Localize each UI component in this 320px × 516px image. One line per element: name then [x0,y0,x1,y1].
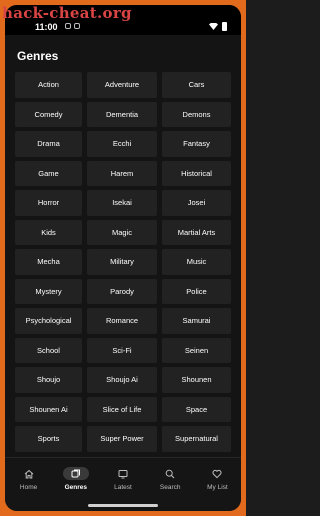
nav-label-my-list: My List [207,484,228,491]
nav-label-latest: Latest [114,484,132,491]
genre-button-dementia[interactable]: Dementia [87,101,157,127]
nav-label-home: Home [19,484,38,491]
genre-button-music[interactable]: Music [162,249,231,275]
genre-button-isekai[interactable]: Isekai [87,190,157,216]
genre-button-psychological[interactable]: Psychological [15,308,82,334]
genre-button-martial-arts[interactable]: Martial Arts [162,219,231,245]
notification-icons [65,23,80,29]
home-icon [16,467,42,480]
genre-button-parody[interactable]: Parody [87,278,157,304]
genre-button-game[interactable]: Game [15,160,82,186]
genre-button-space[interactable]: Space [162,396,231,422]
app-screen: 11:00 Genres Action Adventure Cars Comedy De… [5,5,241,511]
genre-button-sci-fi[interactable]: Sci-Fi [87,337,157,363]
system-icons [209,22,227,31]
genre-button-drama[interactable]: Drama [15,131,82,157]
genre-button-sports[interactable]: Sports [15,426,82,452]
nav-label-search: Search [159,484,181,491]
genre-button-harem[interactable]: Harem [87,160,157,186]
genre-button-police[interactable]: Police [162,278,231,304]
genre-button-school[interactable]: School [15,337,82,363]
wifi-icon [209,23,218,30]
genre-button-cars[interactable]: Cars [162,72,231,98]
genre-button-demons[interactable]: Demons [162,101,231,127]
page-title: Genres [17,49,59,63]
genre-button-romance[interactable]: Romance [87,308,157,334]
genre-button-fantasy[interactable]: Fantasy [162,131,231,157]
genre-button-military[interactable]: Military [87,249,157,275]
search-icon [157,467,183,480]
genre-button-shoujo[interactable]: Shoujo [15,367,82,393]
watermark-text: hack-cheat.org [2,4,132,22]
genre-button-magic[interactable]: Magic [87,219,157,245]
genre-button-adventure[interactable]: Adventure [87,72,157,98]
genre-button-samurai[interactable]: Samurai [162,308,231,334]
genre-button-kids[interactable]: Kids [15,219,82,245]
genre-button-super-power[interactable]: Super Power [87,426,157,452]
genre-button-horror[interactable]: Horror [15,190,82,216]
notification-icon [65,23,71,29]
notification-icon [74,23,80,29]
genre-button-historical[interactable]: Historical [162,160,231,186]
genre-button-comedy[interactable]: Comedy [15,101,82,127]
nav-label-genres: Genres [64,484,87,491]
genre-button-mystery[interactable]: Mystery [15,278,82,304]
bottom-nav: Home Genres Latest Search My List [5,457,241,511]
genre-button-shounen[interactable]: Shounen [162,367,231,393]
device-frame: hack-cheat.org 11:00 Genres Action Advent… [0,0,246,516]
genre-button-seinen[interactable]: Seinen [162,337,231,363]
genre-button-supernatural[interactable]: Supernatural [162,426,231,452]
status-time: 11:00 [35,22,58,32]
gesture-bar [88,504,158,507]
nav-item-home[interactable]: Home [5,458,52,511]
genre-button-mecha[interactable]: Mecha [15,249,82,275]
genre-button-action[interactable]: Action [15,72,82,98]
genre-button-shoujo-ai[interactable]: Shoujo Ai [87,367,157,393]
genre-button-josei[interactable]: Josei [162,190,231,216]
nav-item-my-list[interactable]: My List [194,458,241,511]
genre-button-ecchi[interactable]: Ecchi [87,131,157,157]
latest-icon [110,467,136,480]
genre-button-slice-of-life[interactable]: Slice of Life [87,396,157,422]
genre-grid: Action Adventure Cars Comedy Dementia Demons D… [15,72,231,452]
genre-button-shounen-ai[interactable]: Shounen Ai [15,396,82,422]
heart-icon [204,467,230,480]
battery-icon [222,22,227,31]
genres-icon [62,467,89,480]
